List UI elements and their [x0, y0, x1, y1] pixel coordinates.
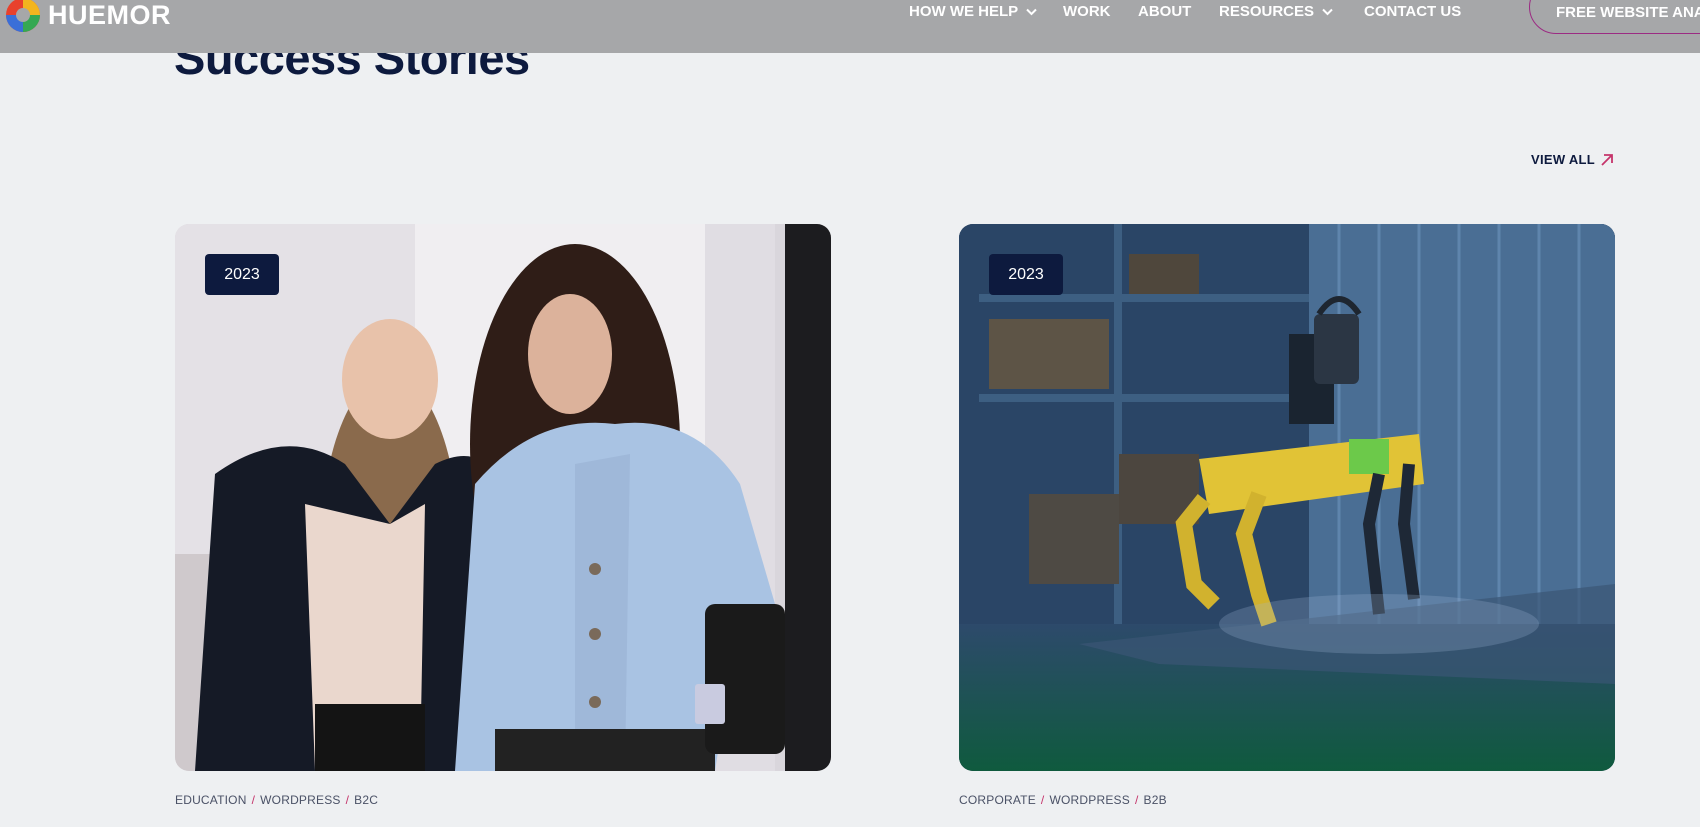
- tag-separator: /: [251, 793, 256, 807]
- view-all-link[interactable]: VIEW ALL: [1531, 152, 1614, 167]
- brand-logo-overlay[interactable]: HUEMOR: [4, 0, 171, 34]
- free-website-analysis-button[interactable]: FREE WEBSITE ANAL: [1529, 0, 1700, 34]
- brand-name: HUEMOR: [48, 0, 171, 30]
- arrow-up-right-icon: [1601, 153, 1613, 166]
- nav-item-about[interactable]: ABOUT: [1138, 3, 1191, 20]
- tag-industry[interactable]: EDUCATION: [175, 793, 247, 807]
- nav-label: HOW WE HELP: [909, 3, 1019, 20]
- case-study-card[interactable]: 2023 CORPORATE / WORDPRESS / B2B: [959, 224, 1615, 807]
- nav-label: CONTACT US: [1364, 3, 1462, 20]
- nav-item-how-we-help[interactable]: HOW WE HELP: [909, 3, 1037, 20]
- view-all-label: VIEW ALL: [1531, 152, 1596, 167]
- chevron-down-icon: [1026, 8, 1037, 15]
- tag-separator: /: [1134, 793, 1139, 807]
- nav-label: ABOUT: [1138, 3, 1192, 20]
- tag-separator: /: [1040, 793, 1045, 807]
- nav-item-resources[interactable]: RESOURCES: [1219, 3, 1333, 20]
- tag-platform[interactable]: WORDPRESS: [1049, 793, 1129, 807]
- tag-separator: /: [345, 793, 350, 807]
- nav-label: RESOURCES: [1219, 3, 1315, 20]
- tag-industry[interactable]: CORPORATE: [959, 793, 1036, 807]
- two-women-in-hallway-photo: [175, 224, 831, 771]
- case-study-tags: EDUCATION / WORDPRESS / B2C: [175, 793, 831, 807]
- tag-market[interactable]: B2B: [1144, 793, 1167, 807]
- case-study-image[interactable]: 2023: [175, 224, 831, 771]
- huemor-color-wheel-icon: [6, 0, 40, 32]
- nav-item-contact-us[interactable]: CONTACT US: [1364, 3, 1461, 20]
- tag-platform[interactable]: WORDPRESS: [260, 793, 340, 807]
- nav-label: WORK: [1063, 3, 1111, 20]
- chevron-down-icon: [1322, 8, 1333, 15]
- year-badge: 2023: [205, 254, 279, 295]
- case-study-tags: CORPORATE / WORDPRESS / B2B: [959, 793, 1615, 807]
- year-badge: 2023: [989, 254, 1063, 295]
- nav-item-work[interactable]: WORK: [1063, 3, 1111, 20]
- case-study-image[interactable]: 2023: [959, 224, 1615, 771]
- case-study-card[interactable]: 2023 EDUCATION / WORDPRESS / B2C: [175, 224, 831, 807]
- yellow-robot-dog-in-warehouse-photo: [959, 224, 1615, 771]
- tag-market[interactable]: B2C: [354, 793, 378, 807]
